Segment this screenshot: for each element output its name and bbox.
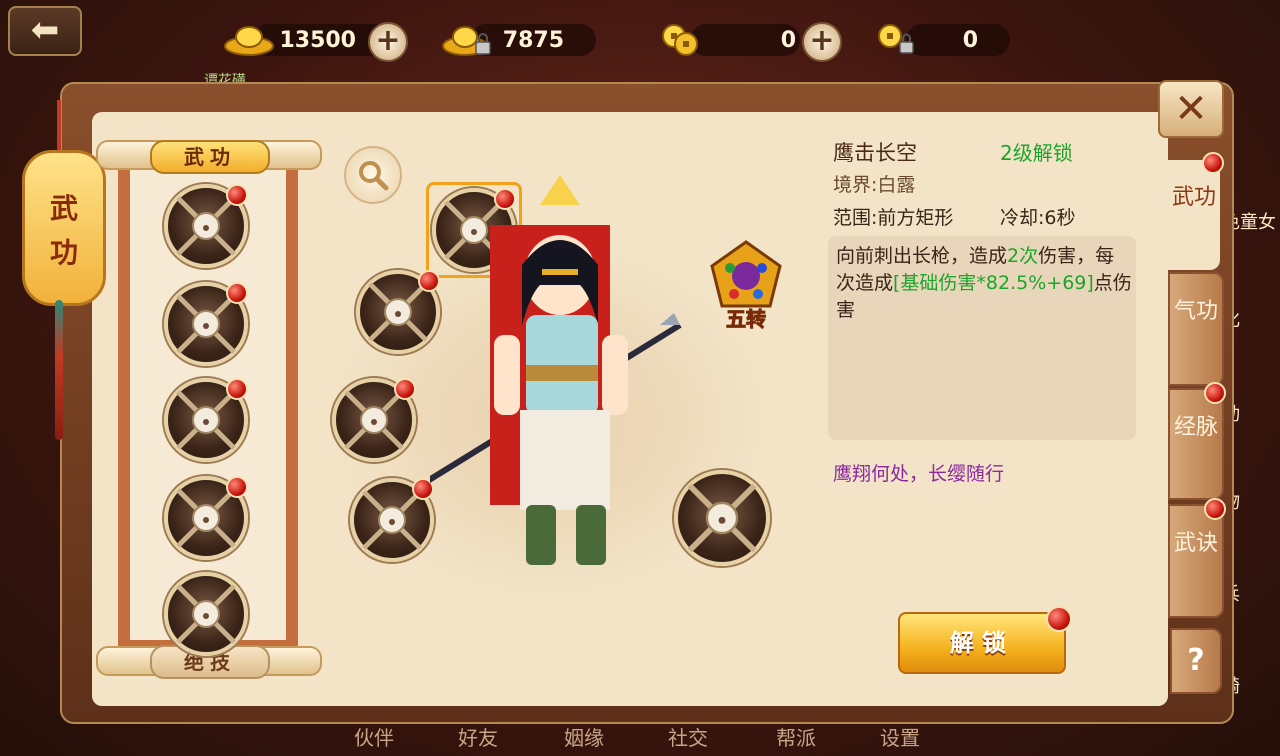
notification-dot: [226, 476, 248, 498]
notification-dot: [226, 282, 248, 304]
banner-cord: [57, 100, 61, 150]
coin-currency: 0 +: [660, 20, 860, 62]
tab-label: 经脉: [1173, 415, 1218, 440]
skill-cooldown: 冷却:6秒: [1000, 207, 1076, 229]
tab-label: 武功: [1171, 185, 1216, 210]
skill-range: 范围:前方矩形: [833, 207, 954, 229]
notification-dot: [394, 378, 416, 400]
nav-social[interactable]: 社交: [668, 722, 708, 751]
tab-label: 气功: [1173, 299, 1218, 324]
bound-coins-icon: [878, 24, 914, 54]
coins-icon: [662, 24, 698, 56]
gold-amount: 13500: [279, 28, 356, 53]
locked-skill-slot[interactable]: [164, 378, 248, 462]
search-button[interactable]: [344, 146, 402, 204]
bound-coin-amount: 0: [962, 28, 978, 53]
notification-dot: [1046, 606, 1072, 632]
locked-skill-slot[interactable]: [350, 478, 434, 562]
skill-realm: 境界:白露: [833, 174, 916, 196]
locked-skill-slot[interactable]: [164, 184, 248, 268]
help-button[interactable]: ?: [1170, 628, 1222, 694]
notification-dot: [1204, 498, 1226, 520]
tab-label: 武诀: [1173, 531, 1218, 556]
close-button[interactable]: ✕: [1158, 80, 1224, 138]
wugong-banner: 武 功: [22, 150, 106, 306]
nav-settings[interactable]: 设置: [880, 722, 920, 751]
banner-char-1: 武: [49, 192, 78, 225]
back-button[interactable]: ⬅: [8, 6, 82, 56]
unlock-button-label: 解锁: [950, 629, 1014, 657]
add-coins-button[interactable]: +: [802, 22, 842, 62]
back-arrow-icon: ⬅: [30, 10, 60, 50]
banner-char-2: 功: [49, 236, 78, 269]
locked-skill-slot[interactable]: [164, 476, 248, 560]
skill-name: 鹰击长空: [833, 141, 917, 165]
skill-unlock-level: 2级解锁: [1000, 141, 1073, 165]
coin-amount: 0: [780, 28, 796, 53]
skill-slogan: 鹰翔何处，长缨随行: [833, 463, 1005, 485]
nav-marriage[interactable]: 姻缘: [564, 722, 604, 751]
gold-currency: 13500 +: [222, 20, 412, 62]
notification-dot: [1202, 152, 1224, 174]
lock-chain-icon: [176, 584, 236, 644]
reincarnation-label: 五转: [726, 307, 767, 332]
bound-gold-amount: 7875: [502, 28, 564, 53]
close-icon: ✕: [1174, 86, 1208, 132]
tab-jingmai[interactable]: 经脉: [1168, 382, 1226, 500]
notification-dot: [226, 378, 248, 400]
unlock-button[interactable]: 解锁: [898, 606, 1072, 674]
add-gold-button[interactable]: +: [368, 22, 408, 62]
locked-skill-slot[interactable]: [356, 270, 440, 354]
banner-tassel: [55, 300, 63, 440]
locked-skill-slot[interactable]: [164, 282, 248, 366]
nav-friends[interactable]: 好友: [458, 722, 498, 751]
nav-guild[interactable]: 帮派: [776, 722, 816, 751]
skill-description: 向前刺出长枪，造成2次伤害，每次造成[基础伤害*82.5%+69]点伤害: [836, 245, 1132, 321]
notification-dot: [1204, 382, 1226, 404]
bound-gold-ingot-icon: [442, 26, 491, 56]
tab-qigong[interactable]: 气功: [1168, 272, 1224, 386]
character-model: [430, 175, 682, 565]
nav-partner[interactable]: 伙伴: [354, 722, 394, 751]
tab-wugong-side[interactable]: 武功: [1168, 152, 1224, 270]
bound-gold-currency: 7875: [440, 20, 610, 60]
tab-wugong[interactable]: 武功: [150, 140, 270, 174]
currency-bar: ⬅ 13500 + 7875 0 + 0 谭花磺: [0, 0, 1280, 89]
notification-dot: [226, 184, 248, 206]
bound-coin-currency: 0: [876, 20, 1016, 60]
locked-skill-slot[interactable]: [164, 572, 248, 656]
tab-wujue[interactable]: 武诀: [1168, 498, 1226, 618]
locked-skill-slot[interactable]: [332, 378, 416, 462]
gold-ingot-icon: [224, 26, 274, 56]
search-icon: [359, 161, 389, 191]
